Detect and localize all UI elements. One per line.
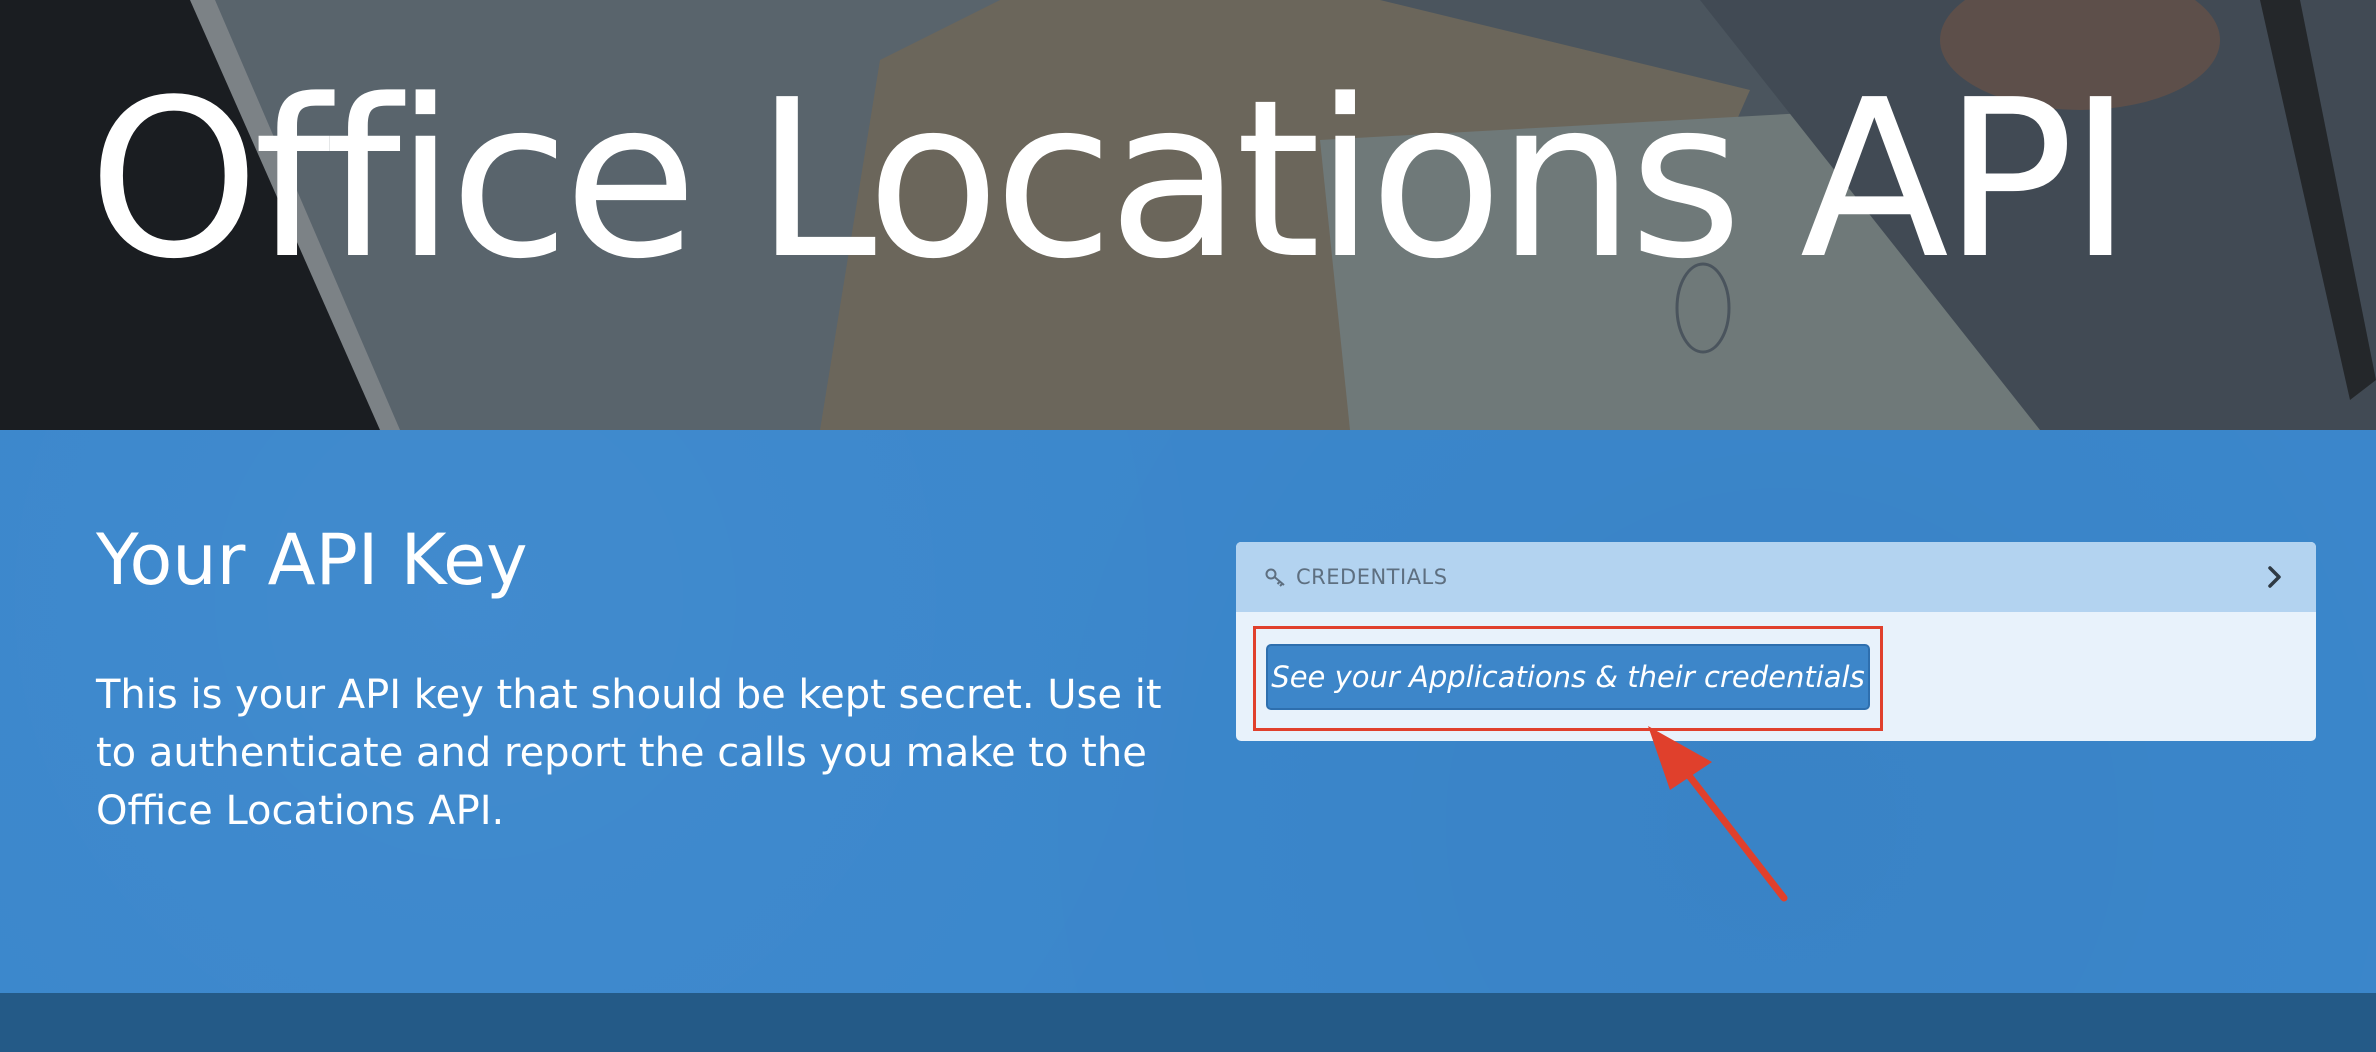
api-key-heading: Your API Key — [96, 519, 528, 601]
view-applications-button[interactable]: See your Applications & their credential… — [1266, 644, 1870, 710]
key-icon — [1264, 565, 1288, 589]
credentials-body: See your Applications & their credential… — [1236, 612, 2316, 741]
page-title: Office Locations API — [88, 54, 2133, 307]
hero-banner: Office Locations API — [0, 0, 2376, 430]
api-key-description: This is your API key that should be kept… — [96, 672, 1162, 834]
api-key-section: Your API Key This is your API key that s… — [0, 430, 2376, 993]
chevron-right-icon[interactable] — [2262, 564, 2288, 590]
credentials-header-label: CREDENTIALS — [1296, 565, 1448, 589]
credentials-card: CREDENTIALS See your Applications & thei… — [1236, 542, 2316, 741]
credentials-header[interactable]: CREDENTIALS — [1236, 542, 2316, 612]
bottom-band — [0, 993, 2376, 1052]
